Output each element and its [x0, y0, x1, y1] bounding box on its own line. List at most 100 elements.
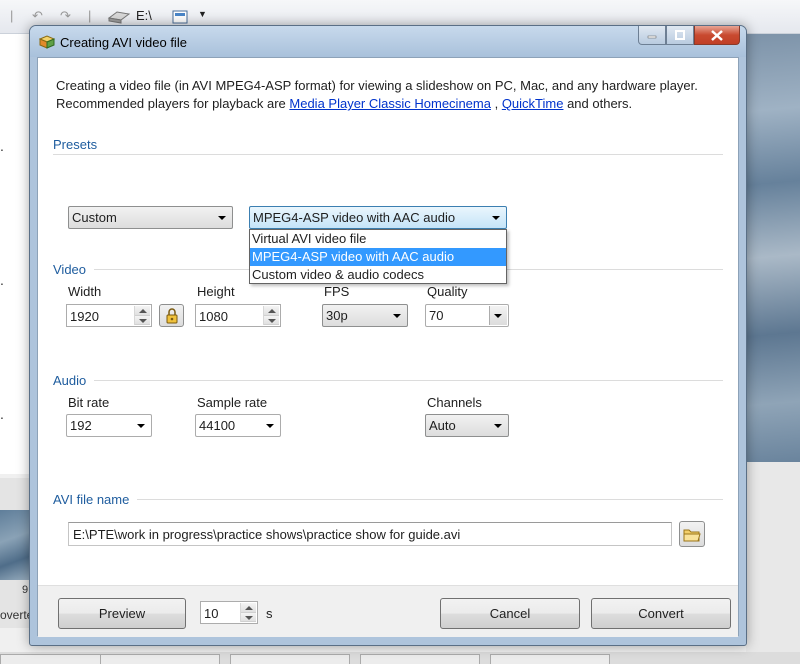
- bitrate-select[interactable]: 192: [66, 414, 152, 437]
- fps-select[interactable]: 30p: [322, 304, 408, 327]
- fps-label: FPS: [324, 284, 350, 299]
- quality-value: 70: [429, 308, 444, 323]
- intro-line-2: Recommended players for playback are Med…: [56, 95, 698, 113]
- height-increment[interactable]: [264, 306, 279, 316]
- bitrate-label: Bit rate: [68, 395, 110, 410]
- seconds-increment[interactable]: [241, 603, 256, 613]
- background-bottom-tabs: [0, 652, 800, 664]
- seconds-decrement[interactable]: [241, 612, 256, 622]
- dialog-content: Creating a video file (in AVI MPEG4-ASP …: [37, 57, 739, 637]
- intro-prefix: Recommended players for playback are: [56, 96, 290, 111]
- format-option-custom-codecs[interactable]: Custom video & audio codecs: [250, 266, 506, 284]
- bg-tab[interactable]: [490, 654, 610, 664]
- filename-input[interactable]: E:\PTE\work in progress\practice shows\p…: [68, 522, 672, 546]
- link-separator: ,: [490, 96, 502, 111]
- format-option-mpeg4-asp[interactable]: MPEG4-ASP video with AAC audio: [250, 248, 506, 266]
- cancel-button[interactable]: Cancel: [440, 598, 580, 629]
- avi-dialog: Creating AVI video file Creating a video…: [29, 25, 747, 646]
- view-icon[interactable]: [172, 10, 188, 24]
- format-select[interactable]: MPEG4-ASP video with AAC audio: [249, 206, 507, 229]
- browse-folder-button[interactable]: [679, 521, 705, 547]
- bg-tab[interactable]: [360, 654, 480, 664]
- bg-text: .: [0, 138, 4, 154]
- chevron-down-icon: [266, 424, 274, 428]
- toolbar-separator: |: [88, 8, 92, 23]
- bg-tab[interactable]: [230, 654, 350, 664]
- bg-text: .: [0, 272, 4, 288]
- chevron-down-icon: [393, 314, 401, 318]
- intro-text: Creating a video file (in AVI MPEG4-ASP …: [56, 77, 698, 113]
- dialog-titlebar[interactable]: Creating AVI video file: [30, 26, 746, 57]
- window-controls: [638, 26, 740, 46]
- bitrate-value: 192: [70, 418, 92, 433]
- intro-line-1: Creating a video file (in AVI MPEG4-ASP …: [56, 78, 698, 93]
- slide-thumbnail[interactable]: [0, 510, 32, 580]
- bg-text: .: [0, 406, 4, 422]
- chevron-down-icon: [492, 216, 500, 220]
- chevron-down-icon: [494, 314, 502, 318]
- redo-icon[interactable]: ↷: [60, 8, 71, 24]
- audio-section-title: Audio: [53, 373, 87, 388]
- preview-button[interactable]: Preview: [58, 598, 186, 629]
- drive-path[interactable]: E:\: [136, 8, 152, 23]
- channels-select[interactable]: Auto: [425, 414, 509, 437]
- minimize-button[interactable]: [638, 26, 666, 45]
- app-icon: [39, 35, 55, 49]
- intro-suffix: and others.: [563, 96, 633, 111]
- audio-divider: [94, 380, 723, 381]
- chevron-down-icon: [218, 216, 226, 220]
- height-value: 1080: [199, 309, 228, 324]
- width-decrement[interactable]: [135, 315, 150, 325]
- height-label: Height: [197, 284, 235, 299]
- minimize-icon: [647, 35, 657, 39]
- channels-label: Channels: [427, 395, 482, 410]
- preview-seconds-stepper[interactable]: 10: [200, 601, 258, 624]
- filename-section-title: AVI file name: [53, 492, 130, 507]
- undo-icon[interactable]: ↶: [32, 8, 43, 24]
- quality-dropdown-button[interactable]: [489, 306, 507, 325]
- convert-button[interactable]: Convert: [591, 598, 731, 629]
- video-section-title: Video: [53, 262, 87, 277]
- width-stepper[interactable]: 1920: [66, 304, 152, 327]
- bg-tab[interactable]: [100, 654, 220, 664]
- width-label: Width: [68, 284, 102, 299]
- dialog-title: Creating AVI video file: [60, 35, 187, 50]
- maximize-icon: [675, 30, 685, 40]
- presets-section-title: Presets: [53, 137, 98, 152]
- filename-divider: [137, 499, 723, 500]
- quality-label: Quality: [427, 284, 468, 299]
- quality-select[interactable]: 70: [425, 304, 509, 327]
- format-dropdown-list: Virtual AVI video file MPEG4-ASP video w…: [249, 229, 507, 284]
- background-preview-image: [746, 34, 800, 462]
- slide-number: 9: [22, 584, 29, 596]
- channels-value: Auto: [429, 418, 456, 433]
- background-right-panel: [746, 462, 800, 662]
- format-option-virtual-avi[interactable]: Virtual AVI video file: [250, 230, 506, 248]
- height-decrement[interactable]: [264, 315, 279, 325]
- view-dropdown-icon[interactable]: ▼: [198, 9, 207, 19]
- samplerate-select[interactable]: 44100: [195, 414, 281, 437]
- chevron-down-icon: [494, 424, 502, 428]
- drive-icon[interactable]: [107, 10, 131, 24]
- preset-select-value: Custom: [72, 210, 117, 225]
- close-button[interactable]: [694, 26, 740, 45]
- preview-seconds-value: 10: [204, 606, 219, 621]
- lock-icon: [166, 307, 177, 323]
- maximize-button[interactable]: [666, 26, 694, 45]
- format-select-value: MPEG4-ASP video with AAC audio: [253, 210, 456, 225]
- height-stepper[interactable]: 1080: [195, 304, 281, 327]
- samplerate-value: 44100: [199, 418, 236, 433]
- presets-divider: [53, 154, 723, 155]
- dialog-footer: Preview 10 s Cancel Convert: [38, 585, 738, 637]
- folder-icon: [683, 529, 701, 541]
- width-increment[interactable]: [135, 306, 150, 316]
- close-icon: [711, 29, 723, 41]
- quicktime-link[interactable]: QuickTime: [502, 96, 564, 111]
- fps-value: 30p: [326, 308, 348, 323]
- preset-select[interactable]: Custom: [68, 206, 233, 229]
- width-value: 1920: [70, 309, 99, 324]
- aspect-lock-button[interactable]: [159, 304, 184, 327]
- samplerate-label: Sample rate: [197, 395, 268, 410]
- mpc-link[interactable]: Media Player Classic Homecinema: [289, 96, 491, 111]
- background-left-panel: . . .: [0, 34, 30, 474]
